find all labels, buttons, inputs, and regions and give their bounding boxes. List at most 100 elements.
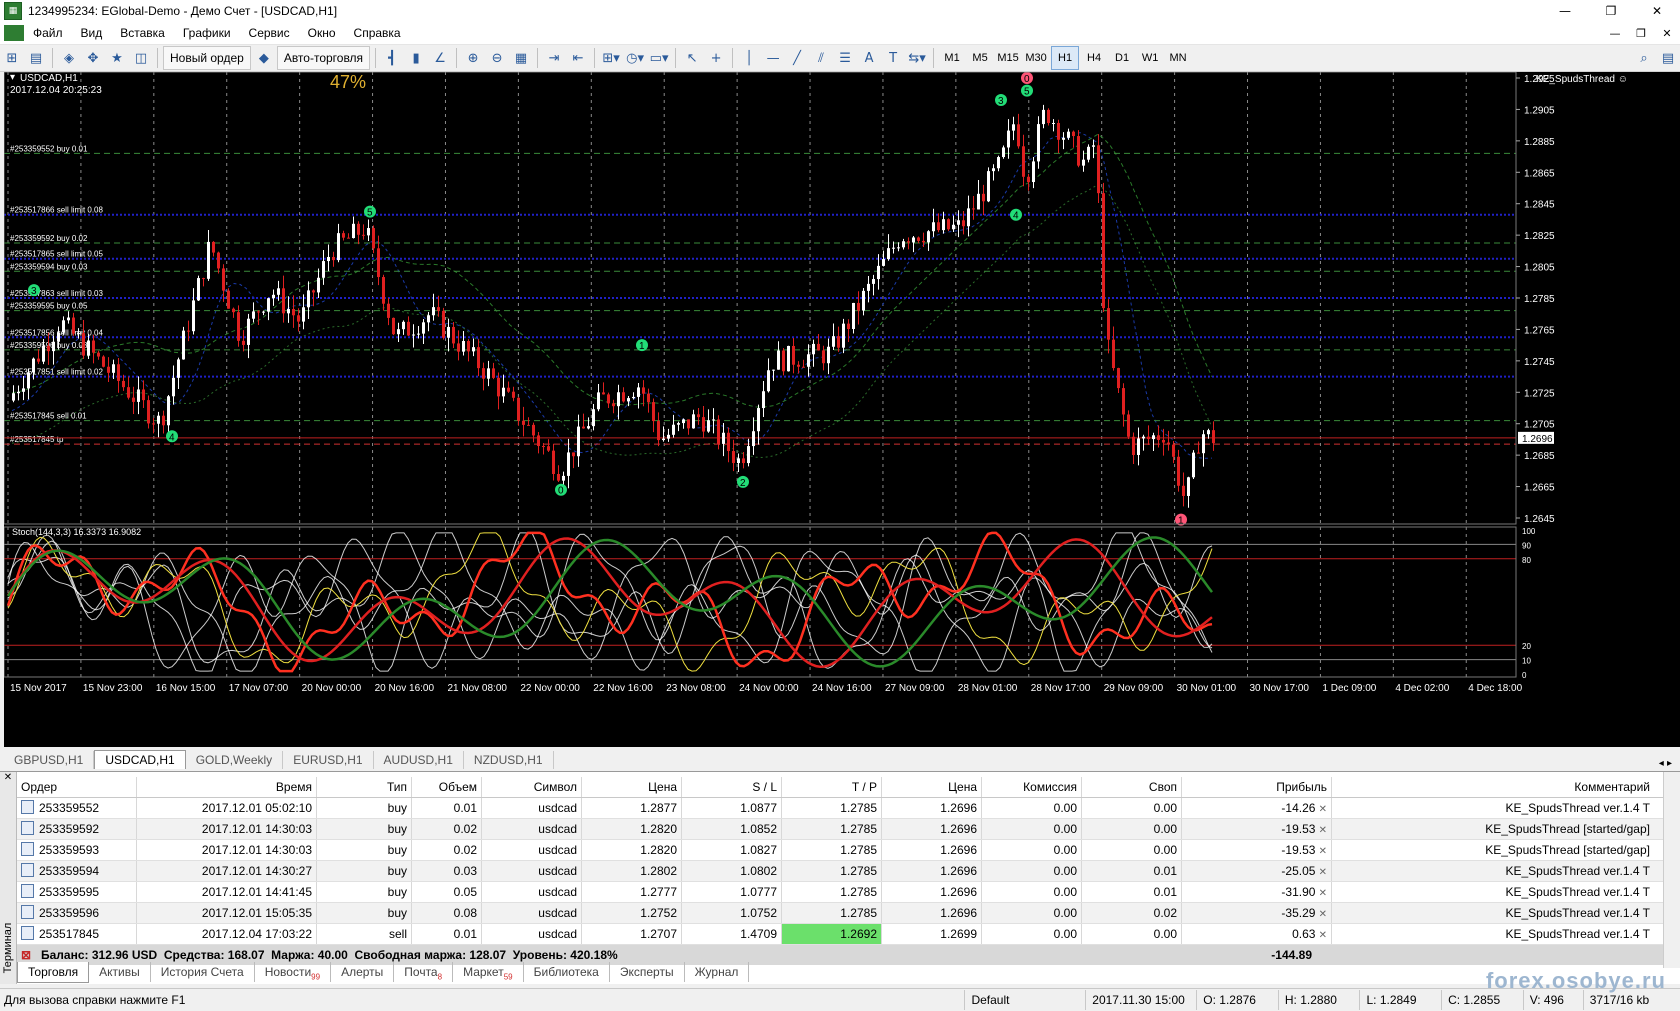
table-row[interactable]: 253359592 2017.12.01 14:30:03 buy 0.02 usdca…: [17, 819, 1664, 840]
col-order[interactable]: Ордер: [17, 777, 137, 797]
price-chart[interactable]: #253359552 buy 0.01 #253517866 sell limit…: [3, 71, 1680, 747]
menu-tools[interactable]: Сервис: [240, 26, 299, 40]
chat-icon[interactable]: ▤: [1657, 47, 1679, 69]
chart-tab-gold[interactable]: GOLD,Weekly: [186, 751, 284, 769]
col-cur-price[interactable]: Цена: [882, 777, 982, 797]
tf-w1-button[interactable]: W1: [1137, 47, 1163, 69]
terminal-close-icon[interactable]: ✕: [0, 772, 16, 783]
equidistant-channel-icon[interactable]: ⫽: [810, 47, 832, 69]
mdi-minimize-icon[interactable]: —: [1602, 27, 1628, 40]
tf-h4-button[interactable]: H4: [1081, 47, 1107, 69]
autoscroll-icon[interactable]: ⇥: [543, 47, 565, 69]
menu-charts[interactable]: Графики: [174, 26, 240, 40]
crosshair-icon[interactable]: +: [705, 47, 727, 69]
chart-tab-gbpusd[interactable]: GBPUSD,H1: [4, 751, 95, 769]
mdi-restore-icon[interactable]: ❐: [1628, 27, 1654, 40]
terminal-tab[interactable]: История Счета: [151, 962, 255, 982]
mdi-chart-icon[interactable]: [4, 25, 24, 41]
tf-d1-button[interactable]: D1: [1109, 47, 1135, 69]
col-profit[interactable]: Прибыль: [1182, 777, 1332, 797]
menu-help[interactable]: Справка: [345, 26, 410, 40]
menu-view[interactable]: Вид: [72, 26, 112, 40]
table-row[interactable]: 253359596 2017.12.01 15:05:35 buy 0.08 usdca…: [17, 903, 1664, 924]
text-label-icon[interactable]: T: [882, 47, 904, 69]
new-chart-icon[interactable]: ⊞: [1, 47, 23, 69]
minimize-button[interactable]: —: [1542, 0, 1588, 22]
col-swap[interactable]: Своп: [1082, 777, 1182, 797]
horizontal-line-icon[interactable]: —: [762, 47, 784, 69]
vertical-line-icon[interactable]: │: [738, 47, 760, 69]
cursor-icon[interactable]: ↖: [681, 47, 703, 69]
close-order-icon[interactable]: ✕: [1315, 888, 1327, 899]
col-symbol[interactable]: Символ: [482, 777, 582, 797]
strategy-tester-icon[interactable]: ◫: [130, 47, 152, 69]
col-commission[interactable]: Комиссия: [982, 777, 1082, 797]
market-watch-icon[interactable]: ◈: [58, 47, 80, 69]
periods-icon[interactable]: ◷▾: [624, 47, 646, 69]
close-order-icon[interactable]: ✕: [1315, 909, 1327, 920]
table-row[interactable]: 253359552 2017.12.01 05:02:10 buy 0.01 usdca…: [17, 798, 1664, 819]
close-button[interactable]: ✕: [1634, 0, 1680, 22]
tf-mn-button[interactable]: MN: [1165, 47, 1191, 69]
chart-tab-eurusd[interactable]: EURUSD,H1: [283, 751, 374, 769]
tf-m5-button[interactable]: M5: [967, 47, 993, 69]
table-row[interactable]: 253359595 2017.12.01 14:41:45 buy 0.05 usdca…: [17, 882, 1664, 903]
col-volume[interactable]: Объем: [412, 777, 482, 797]
col-time[interactable]: Время: [137, 777, 317, 797]
tf-m30-button[interactable]: M30: [1023, 47, 1049, 69]
search-icon[interactable]: ⌕: [1633, 47, 1655, 69]
terminal-tab[interactable]: Торговля: [17, 962, 90, 983]
tf-h1-button[interactable]: H1: [1051, 46, 1080, 70]
line-chart-icon[interactable]: ∠: [429, 47, 451, 69]
chart-tab-nzdusd[interactable]: NZDUSD,H1: [464, 751, 554, 769]
autotrading-button[interactable]: Авто-торговля: [276, 46, 371, 70]
close-order-icon[interactable]: ✕: [1315, 930, 1327, 941]
terminal-scrollbar[interactable]: [1663, 772, 1680, 968]
arrows-icon[interactable]: ⇆▾: [906, 47, 928, 69]
terminal-tab[interactable]: Журнал: [685, 962, 750, 982]
close-order-icon[interactable]: ✕: [1315, 867, 1327, 878]
table-row[interactable]: 253517845 2017.12.04 17:03:22 sell 0.01 usdc…: [17, 924, 1664, 945]
maximize-button[interactable]: ❐: [1588, 0, 1634, 22]
terminal-tab[interactable]: Маркет59: [453, 962, 524, 982]
chart-tab-usdcad[interactable]: USDCAD,H1: [94, 750, 186, 769]
navigator-icon[interactable]: ★: [106, 47, 128, 69]
terminal-tab[interactable]: Активы: [89, 962, 151, 982]
table-row[interactable]: 253359594 2017.12.01 14:30:27 buy 0.03 usdca…: [17, 861, 1664, 882]
col-price[interactable]: Цена: [582, 777, 682, 797]
menu-file[interactable]: Файл: [24, 26, 72, 40]
menu-insert[interactable]: Вставка: [111, 26, 174, 40]
new-order-button[interactable]: Новый ордер: [163, 46, 251, 70]
close-order-icon[interactable]: ✕: [1315, 804, 1327, 815]
col-sl[interactable]: S / L: [682, 777, 782, 797]
close-order-icon[interactable]: ✕: [1315, 825, 1327, 836]
status-profile[interactable]: Default: [964, 990, 1085, 1010]
col-type[interactable]: Тип: [317, 777, 412, 797]
chart-shift-icon[interactable]: ⇤: [567, 47, 589, 69]
text-icon[interactable]: A: [858, 47, 880, 69]
col-tp[interactable]: T / P: [782, 777, 882, 797]
terminal-tab[interactable]: Новости99: [255, 962, 332, 982]
templates-icon[interactable]: ▭▾: [648, 47, 670, 69]
terminal-tab[interactable]: Эксперты: [610, 962, 685, 982]
tile-windows-icon[interactable]: ▦: [510, 47, 532, 69]
zoom-in-icon[interactable]: ⊕: [462, 47, 484, 69]
terminal-tab[interactable]: Алерты: [331, 962, 395, 982]
close-order-icon[interactable]: ✕: [1315, 846, 1327, 857]
col-comment[interactable]: Комментарий: [1332, 777, 1654, 797]
tf-m15-button[interactable]: M15: [995, 47, 1021, 69]
indicators-icon[interactable]: ⊞▾: [600, 47, 622, 69]
fibonacci-icon[interactable]: ☰: [834, 47, 856, 69]
zoom-out-icon[interactable]: ⊖: [486, 47, 508, 69]
metaeditor-icon[interactable]: ◆: [253, 47, 275, 69]
tf-m1-button[interactable]: M1: [939, 47, 965, 69]
data-window-icon[interactable]: ✥: [82, 47, 104, 69]
chart-window[interactable]: #253359552 buy 0.01 #253517866 sell limit…: [3, 71, 1680, 747]
profiles-icon[interactable]: ▤: [25, 47, 47, 69]
menu-window[interactable]: Окно: [299, 26, 345, 40]
mdi-close-icon[interactable]: ✕: [1654, 27, 1680, 40]
bar-chart-icon[interactable]: ┫: [381, 47, 403, 69]
terminal-tab[interactable]: Почта8: [394, 962, 454, 982]
trendline-icon[interactable]: ╱: [786, 47, 808, 69]
candlestick-icon[interactable]: ▮: [405, 47, 427, 69]
